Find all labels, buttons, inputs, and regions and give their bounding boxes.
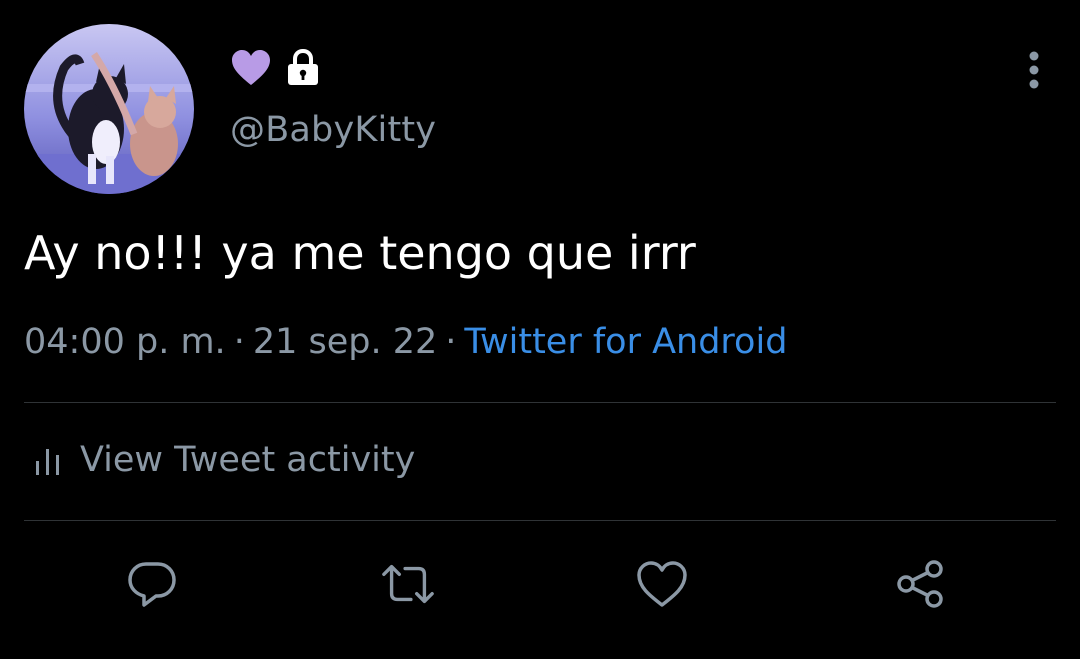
more-options-button[interactable] xyxy=(1014,48,1054,92)
retweet-button[interactable] xyxy=(380,556,436,612)
avatar[interactable] xyxy=(24,24,194,194)
like-button[interactable] xyxy=(634,556,690,612)
tweet-meta: 04:00 p. m. · 21 sep. 22 · Twitter for Andro… xyxy=(24,322,787,362)
meta-separator: · xyxy=(233,322,245,362)
tweet-source-link[interactable]: Twitter for Android xyxy=(464,322,787,362)
divider xyxy=(24,520,1056,521)
activity-label: View Tweet activity xyxy=(80,440,416,480)
avatar-image xyxy=(24,24,194,194)
heart-outline-icon xyxy=(637,561,687,607)
purple-heart-icon xyxy=(230,49,272,91)
bar-chart-icon xyxy=(36,449,59,475)
tweet-text: Ay no!!! ya me tengo que irrr xyxy=(24,226,696,280)
tweet-date: 21 sep. 22 xyxy=(252,322,438,362)
share-button[interactable] xyxy=(892,556,948,612)
display-name-row xyxy=(230,48,320,91)
tweet-detail-screen: @BabyKitty Ay no!!! ya me tengo que irrr… xyxy=(0,0,1080,659)
retweet-icon xyxy=(382,564,434,604)
reply-button[interactable] xyxy=(124,556,180,612)
divider xyxy=(24,402,1056,403)
share-icon xyxy=(897,560,943,608)
lock-icon xyxy=(286,48,320,91)
view-tweet-activity-button[interactable]: View Tweet activity xyxy=(34,440,415,480)
meta-separator: · xyxy=(445,322,457,362)
tweet-time: 04:00 p. m. xyxy=(24,322,226,362)
author-handle[interactable]: @BabyKitty xyxy=(230,110,436,150)
reply-icon xyxy=(128,562,176,607)
more-vertical-icon xyxy=(1029,51,1039,89)
